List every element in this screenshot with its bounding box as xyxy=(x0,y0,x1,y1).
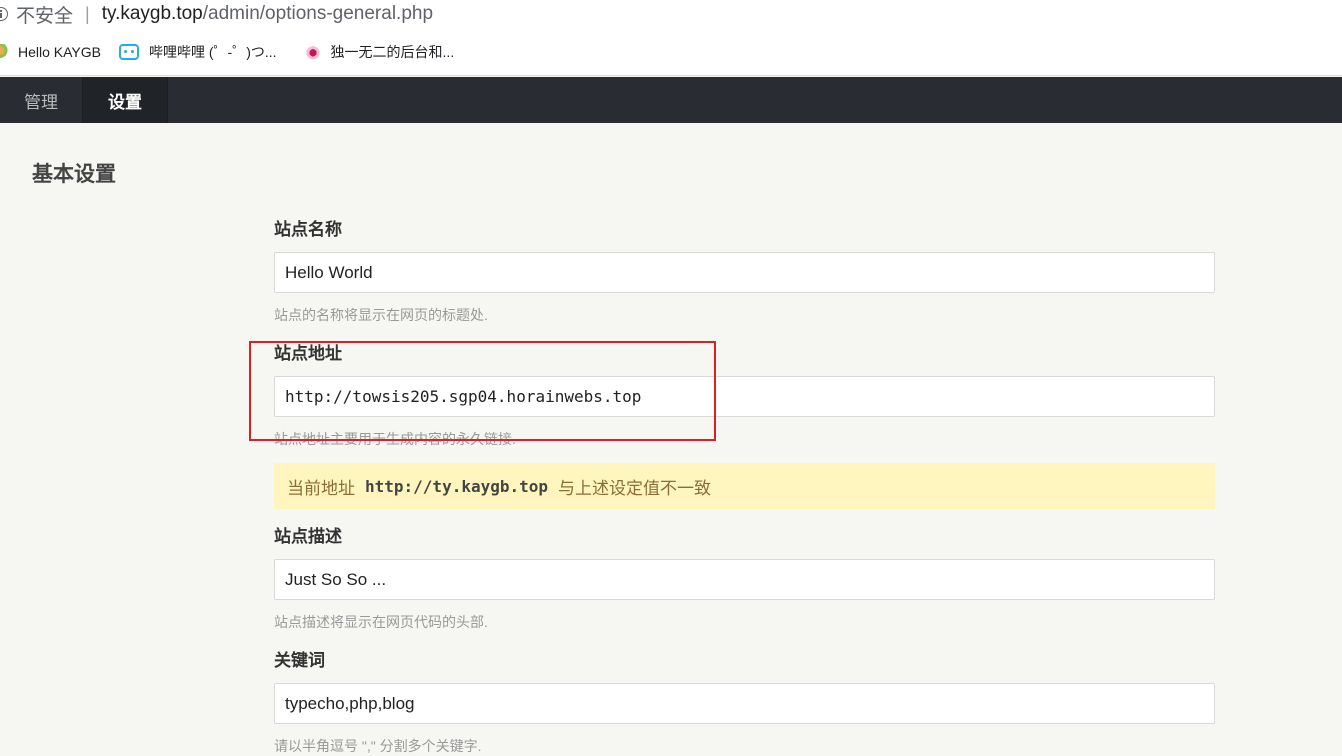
notice-suffix: 与上述设定值不一致 xyxy=(558,478,712,498)
bookmark-label: 独一无二的后台和... xyxy=(330,43,455,60)
nav-item-settings[interactable]: 设置 xyxy=(82,77,168,123)
site-url-label: 站点地址 xyxy=(274,344,342,363)
notice-prefix: 当前地址 xyxy=(287,478,355,498)
page-title: 基本设置 xyxy=(32,163,116,186)
keywords-description: 请以半角逗号 "," 分割多个关键字. xyxy=(274,738,482,754)
address-bar[interactable]: 不安全 | ty.kaygb.top/admin/options-general… xyxy=(0,0,1342,28)
info-icon[interactable] xyxy=(0,7,8,21)
site-favicon-icon xyxy=(304,43,321,60)
general-settings-form: 站点名称 站点的名称将显示在网页的标题处. 站点地址 站点地址主要用于生成内容的… xyxy=(274,218,1215,756)
site-url-input[interactable] xyxy=(274,376,1215,417)
bookmark-label: 哔哩哔哩 (゜-゜)つ... xyxy=(149,43,277,60)
url-path[interactable]: /admin/options-general.php xyxy=(203,3,433,25)
bookmarks-bar: Hello KAYGB 哔哩哔哩 (゜-゜)つ... 独一无二的后台和... xyxy=(0,28,1342,76)
url-host[interactable]: ty.kaygb.top xyxy=(102,3,203,25)
site-name-description: 站点的名称将显示在网页的标题处. xyxy=(274,307,488,323)
site-description-label: 站点描述 xyxy=(274,527,342,546)
url-mismatch-notice: 当前地址 http://ty.kaygb.top 与上述设定值不一致 xyxy=(274,463,1215,509)
notice-current-url: http://ty.kaygb.top xyxy=(365,476,549,496)
site-name-input[interactable] xyxy=(274,252,1215,293)
nav-item-manage[interactable]: 管理 xyxy=(0,77,82,123)
keywords-input[interactable] xyxy=(274,683,1215,724)
site-name-label: 站点名称 xyxy=(274,220,342,239)
site-url-description: 站点地址主要用于生成内容的永久链接. xyxy=(274,431,516,447)
bookmark-unique-admin[interactable]: 独一无二的后台和... xyxy=(304,42,455,62)
site-description-input[interactable] xyxy=(274,559,1215,600)
admin-top-nav: 管理 设置 xyxy=(0,77,1342,123)
bookmark-label: Hello KAYGB xyxy=(18,43,101,60)
bookmark-bilibili[interactable]: 哔哩哔哩 (゜-゜)つ... xyxy=(119,42,277,62)
bookmark-hello-kaygb[interactable]: Hello KAYGB xyxy=(0,43,101,60)
keywords-label: 关键词 xyxy=(274,651,325,670)
bilibili-icon xyxy=(119,43,139,60)
security-label: 不安全 xyxy=(16,5,74,27)
kaygb-favicon-icon xyxy=(0,43,8,60)
address-separator: | xyxy=(85,3,90,24)
site-description-help: 站点描述将显示在网页代码的头部. xyxy=(274,614,488,630)
